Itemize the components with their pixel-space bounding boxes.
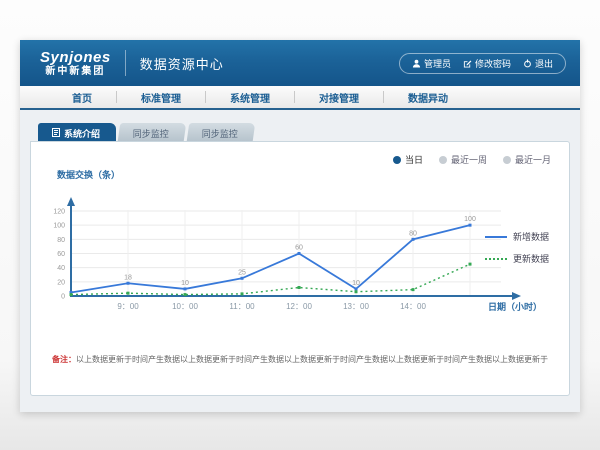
radio-last-month[interactable]: 最近一月 (503, 153, 551, 166)
svg-text:25: 25 (238, 269, 246, 276)
chart-legend: 新增数据 更新数据 (485, 230, 561, 274)
radio-dot (439, 156, 447, 164)
svg-text:10：00: 10：00 (172, 302, 198, 311)
note-prefix: 备注： (52, 355, 76, 364)
svg-text:12：00: 12：00 (286, 302, 312, 311)
nav-item-home[interactable]: 首页 (48, 90, 116, 105)
radio-last-week[interactable]: 最近一周 (439, 153, 487, 166)
page-title: 数据资源中心 (140, 54, 224, 73)
nav-item-interface-mgmt[interactable]: 对接管理 (295, 90, 383, 105)
radio-today[interactable]: 当日 (393, 153, 423, 166)
legend-item-new-data: 新增数据 (485, 230, 561, 243)
document-icon (52, 128, 60, 139)
svg-text:20: 20 (57, 279, 65, 286)
company-logo: Synjones 新中新集团 (40, 50, 111, 77)
svg-text:40: 40 (57, 265, 65, 272)
header-divider (125, 50, 126, 76)
edit-icon (463, 59, 472, 68)
content-area: 系统介绍 同步监控 同步监控 当日 最近一周 (20, 123, 580, 423)
nav-item-standard-mgmt[interactable]: 标准管理 (117, 90, 205, 105)
app-header: Synjones 新中新集团 数据资源中心 管理员 修改密码 退出 (20, 40, 580, 86)
legend-line-solid (485, 236, 507, 238)
tab-sync-monitor-1[interactable]: 同步监控 (118, 123, 187, 141)
current-user[interactable]: 管理员 (412, 57, 451, 70)
tab-bar: 系统介绍 同步监控 同步监控 (38, 123, 580, 141)
svg-text:14：00: 14：00 (400, 302, 426, 311)
svg-text:13：00: 13：00 (343, 302, 369, 311)
logo-text-cn: 新中新集团 (45, 67, 105, 77)
note-text: 以上数据更新于时间产生数据以上数据更新于时间产生数据以上数据更新于时间产生数据以… (76, 355, 548, 364)
svg-text:18: 18 (124, 274, 132, 281)
user-toolbar: 管理员 修改密码 退出 (399, 53, 566, 74)
legend-item-updated-data: 更新数据 (485, 252, 561, 265)
chart-panel: 当日 最近一周 最近一月 数据交换（条） 0 20 40 60 80 100 120 9：00… (30, 141, 570, 396)
power-icon (523, 59, 532, 68)
nav-item-system-mgmt[interactable]: 系统管理 (206, 90, 294, 105)
svg-text:9：00: 9：00 (117, 302, 139, 311)
legend-line-dashed (485, 258, 507, 260)
svg-text:120: 120 (53, 209, 65, 216)
tab-sync-monitor-2[interactable]: 同步监控 (187, 123, 256, 141)
svg-text:10: 10 (181, 280, 189, 287)
user-icon (412, 59, 421, 68)
logout-button[interactable]: 退出 (523, 57, 553, 70)
svg-text:11：00: 11：00 (229, 302, 255, 311)
main-nav: 首页 标准管理 系统管理 对接管理 数据异动 (20, 86, 580, 110)
radio-dot (503, 156, 511, 164)
tab-system-intro[interactable]: 系统介绍 (38, 123, 116, 141)
app-window: Synjones 新中新集团 数据资源中心 管理员 修改密码 退出 首页 标准管… (20, 40, 580, 412)
y-axis-label: 数据交换（条） (57, 168, 120, 181)
nav-item-data-change[interactable]: 数据异动 (384, 90, 472, 105)
svg-text:0: 0 (61, 294, 65, 301)
svg-text:60: 60 (57, 251, 65, 258)
svg-text:日期（小时）: 日期（小时） (488, 301, 542, 312)
logo-text-en: Synjones (40, 50, 111, 65)
svg-text:60: 60 (295, 245, 303, 252)
svg-text:10: 10 (352, 280, 360, 287)
footer-note: 备注：以上数据更新于时间产生数据以上数据更新于时间产生数据以上数据更新于时间产生… (31, 354, 569, 365)
svg-text:100: 100 (53, 223, 65, 230)
radio-dot (393, 156, 401, 164)
svg-text:100: 100 (464, 216, 476, 223)
change-password-button[interactable]: 修改密码 (463, 57, 511, 70)
svg-text:80: 80 (409, 230, 417, 237)
svg-text:80: 80 (57, 237, 65, 244)
time-range-filters: 当日 最近一周 最近一月 (393, 153, 551, 166)
